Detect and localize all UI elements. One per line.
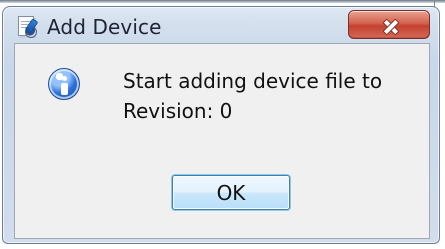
close-button[interactable] [348,10,430,39]
dialog-title: Add Device [47,15,162,39]
info-icon [48,68,80,100]
message-text: Start adding device file to Revision: 0 [123,66,423,126]
dialog-content: Start adding device file to Revision: 0 … [14,43,430,239]
screen: Add Device Start adding device file to R… [0,0,445,249]
add-device-app-icon [15,15,39,39]
title-bar: Add Device [15,15,161,39]
top-border-strip [0,0,445,3]
ok-button[interactable]: OK [172,175,290,210]
message-line-1: Start adding device file to [123,69,383,93]
message-line-2: Revision: 0 [123,99,233,123]
add-device-dialog: Add Device Start adding device file to R… [2,6,440,244]
